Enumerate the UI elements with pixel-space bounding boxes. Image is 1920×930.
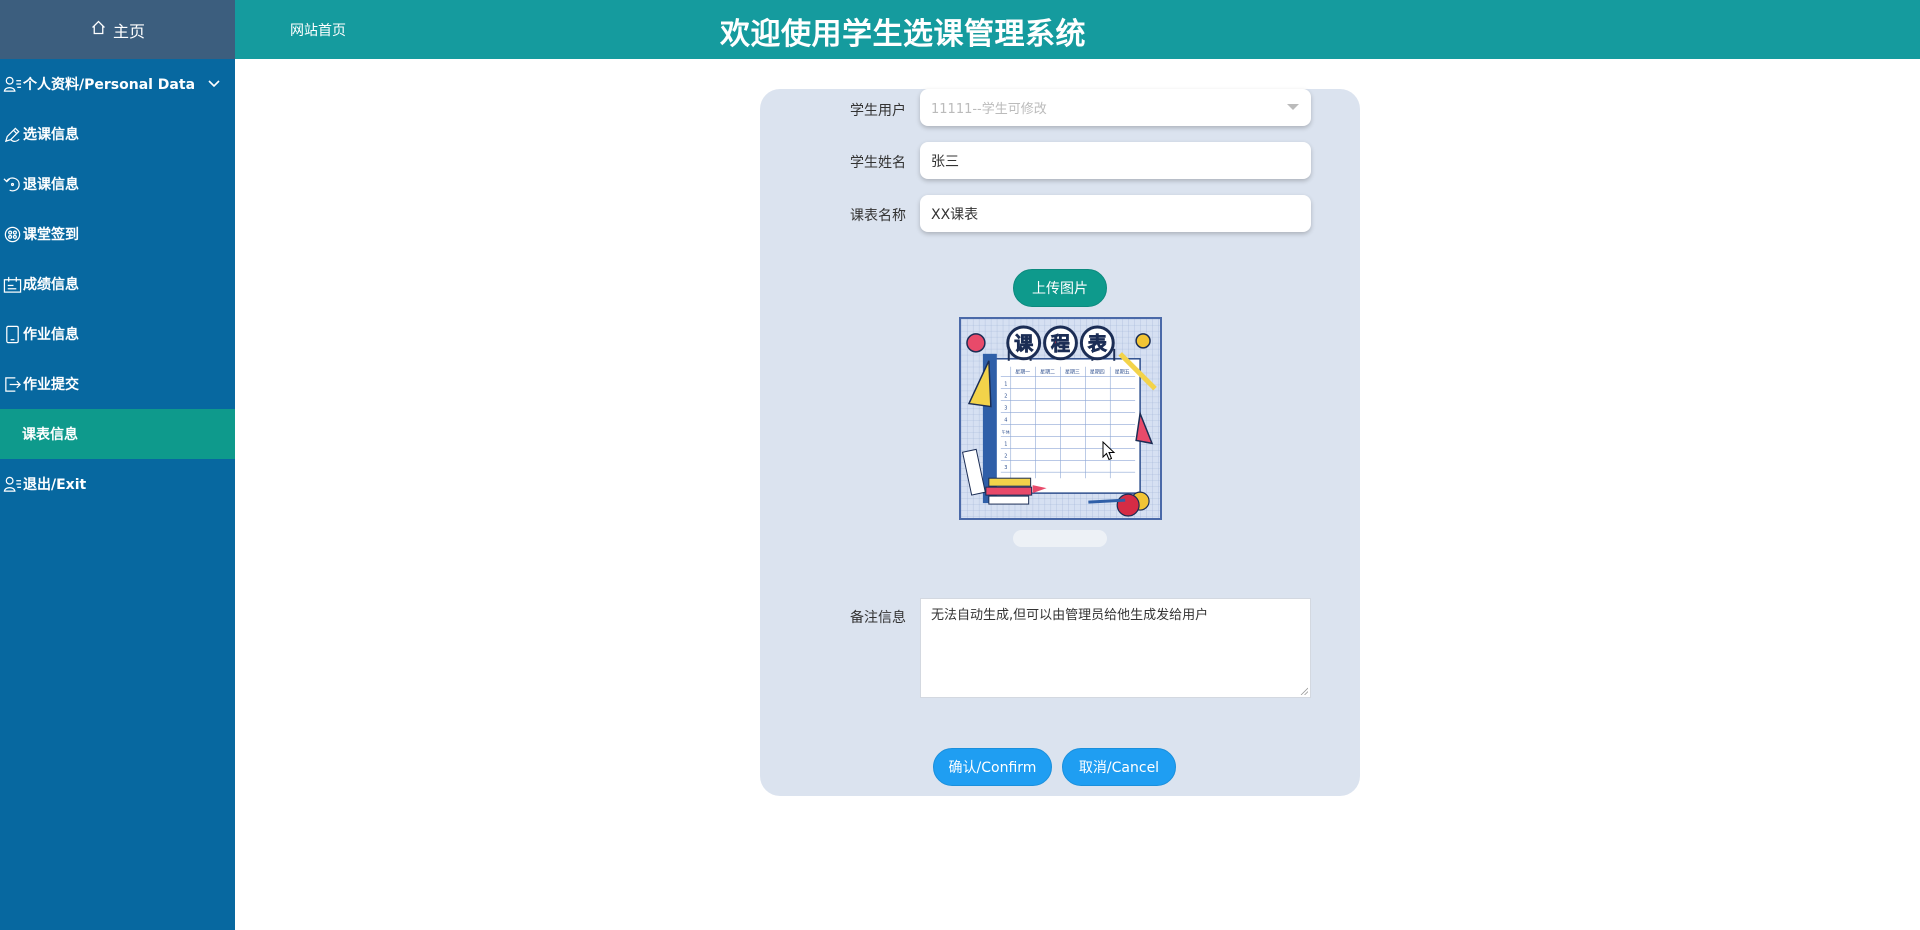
schedule-illustration: 课 程 表 星期一 星期二 星期三 星期四 星期五 1 2 3 4 午休 1 2… — [961, 319, 1160, 518]
page-title: 欢迎使用学生选课管理系统 — [720, 17, 1086, 52]
sidebar-item-label: 作业信息 — [23, 327, 79, 343]
checkin-icon — [2, 224, 22, 244]
image-period-label: 2 — [1004, 453, 1007, 459]
sidebar-item-label: 退课信息 — [23, 177, 79, 193]
sidebar-item-label: 退出/Exit — [23, 477, 87, 493]
score-icon — [2, 274, 22, 294]
schedule-form: 学生用户 11111--学生可修改 学生姓名 张三 课表名称 XX课表 上传图片 — [760, 89, 1360, 796]
image-title-char: 课 — [1014, 333, 1033, 355]
sidebar-item-course-selection[interactable]: 选课信息 — [0, 109, 235, 159]
student-user-select[interactable]: 11111--学生可修改 — [920, 89, 1311, 126]
image-period-label: 1 — [1004, 382, 1007, 388]
image-caption-bar — [1013, 530, 1107, 547]
image-period-label: 3 — [1004, 406, 1007, 412]
caret-down-icon — [1287, 104, 1299, 110]
sidebar-item-homework-submit[interactable]: 作业提交 — [0, 359, 235, 409]
remarks-label: 备注信息 — [850, 610, 906, 626]
submit-icon — [2, 374, 22, 394]
sidebar-home[interactable]: 主页 — [0, 0, 235, 59]
site-home-link[interactable]: 网站首页 — [290, 20, 346, 40]
chevron-down-icon — [208, 80, 220, 88]
pen-icon — [2, 124, 22, 144]
sidebar-home-label: 主页 — [112, 21, 145, 41]
schedule-name-input[interactable]: XX课表 — [920, 195, 1311, 232]
sidebar-item-label: 课堂签到 — [23, 227, 79, 243]
sidebar-item-label: 成绩信息 — [23, 277, 79, 293]
student-name-label: 学生姓名 — [850, 155, 906, 171]
image-day-label: 星期三 — [1065, 370, 1080, 376]
student-user-label: 学生用户 — [850, 103, 906, 119]
sidebar: 主页 个人资料/Personal Data 选课信息 退课信息 课堂签到 成绩信… — [0, 0, 235, 930]
undo-icon — [2, 174, 22, 194]
image-title-char: 表 — [1088, 332, 1107, 355]
image-period-label: 3 — [1004, 465, 1007, 471]
image-period-label: 1 — [1004, 441, 1007, 447]
image-day-label: 星期四 — [1090, 370, 1105, 376]
schedule-name-value: XX课表 — [931, 206, 979, 223]
schedule-image-preview[interactable]: 课 程 表 星期一 星期二 星期三 星期四 星期五 1 2 3 4 午休 1 2… — [959, 317, 1162, 520]
user-icon — [2, 474, 22, 494]
image-day-label: 星期五 — [1115, 370, 1130, 376]
remarks-value: 无法自动生成,但可以由管理员给他生成发给用户 — [931, 608, 1209, 623]
student-name-input[interactable]: 张三 — [920, 142, 1311, 179]
student-user-value: 11111--学生可修改 — [931, 102, 1047, 117]
user-icon — [2, 74, 22, 94]
sidebar-item-schedule[interactable]: 课表信息 — [0, 409, 235, 459]
sidebar-item-label: 作业提交 — [23, 377, 79, 393]
top-header: 网站首页 欢迎使用学生选课管理系统 — [235, 0, 1920, 59]
schedule-name-label: 课表名称 — [850, 208, 906, 224]
sidebar-item-label: 选课信息 — [23, 127, 79, 143]
sidebar-item-checkin[interactable]: 课堂签到 — [0, 209, 235, 259]
confirm-button[interactable]: 确认/Confirm — [933, 748, 1052, 786]
sidebar-item-homework[interactable]: 作业信息 — [0, 309, 235, 359]
cancel-button[interactable]: 取消/Cancel — [1062, 748, 1176, 786]
image-period-label: 2 — [1004, 394, 1007, 400]
image-day-label: 星期二 — [1040, 370, 1055, 376]
tablet-icon — [2, 324, 22, 344]
sidebar-item-exit[interactable]: 退出/Exit — [0, 459, 235, 509]
student-name-value: 张三 — [931, 153, 959, 170]
remarks-textarea[interactable]: 无法自动生成,但可以由管理员给他生成发给用户 — [920, 598, 1311, 698]
image-period-label: 午休 — [1002, 429, 1010, 434]
image-period-label: 4 — [1004, 417, 1007, 423]
sidebar-item-label: 课表信息 — [22, 427, 78, 443]
home-icon — [90, 19, 107, 40]
sidebar-item-personal-data[interactable]: 个人资料/Personal Data — [0, 59, 235, 109]
image-title-char: 程 — [1051, 333, 1070, 355]
mouse-cursor-icon — [1102, 441, 1116, 461]
resize-grip-icon[interactable] — [1300, 687, 1308, 695]
sidebar-item-course-drop[interactable]: 退课信息 — [0, 159, 235, 209]
upload-image-button[interactable]: 上传图片 — [1013, 269, 1107, 307]
sidebar-item-scores[interactable]: 成绩信息 — [0, 259, 235, 309]
sidebar-item-label: 个人资料/Personal Data — [23, 77, 196, 93]
image-day-label: 星期一 — [1015, 370, 1030, 376]
